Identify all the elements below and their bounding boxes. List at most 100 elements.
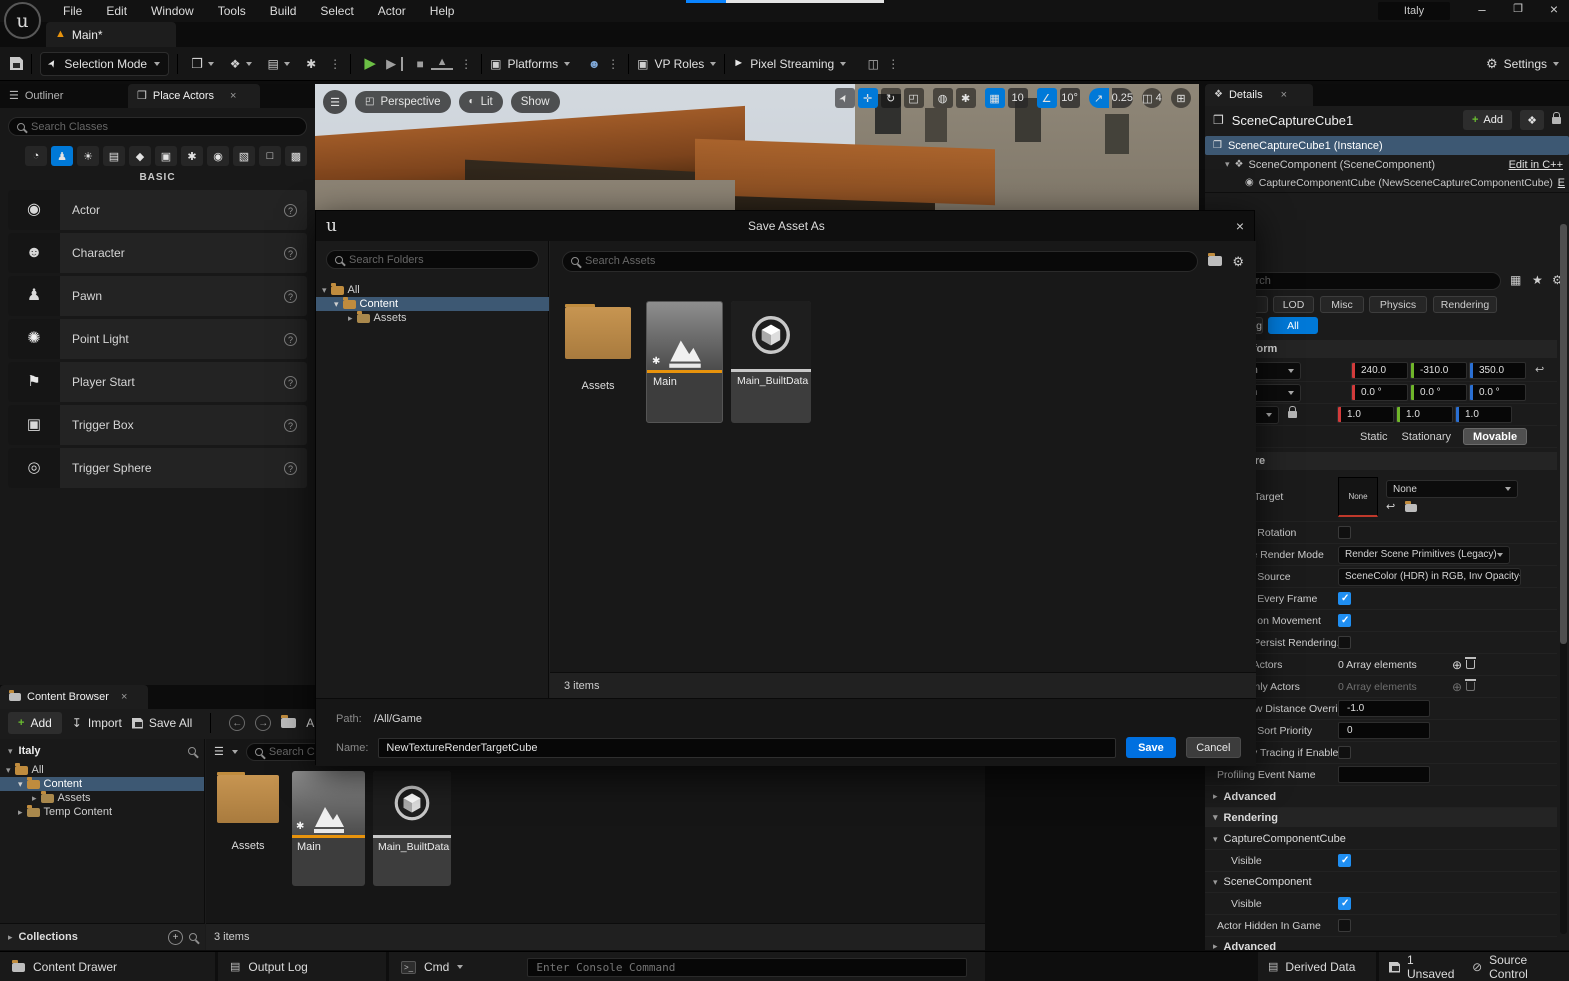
search-folders-box[interactable]: Search Folders	[326, 250, 539, 269]
actor-hidden-checkbox[interactable]	[1338, 919, 1351, 932]
scale-snap-button[interactable]: ↗	[1089, 88, 1109, 108]
section-capture[interactable]: ▾ Capture	[1205, 452, 1557, 470]
list-item-trigger-sphere[interactable]: ◎ Trigger Sphere ?	[8, 448, 307, 488]
cb-tile-main[interactable]: ✱ Main	[292, 771, 365, 886]
help-icon[interactable]: ?	[284, 204, 297, 217]
filter-misc[interactable]: Misc	[1320, 296, 1364, 313]
list-item-pawn[interactable]: ♟ Pawn ?	[8, 276, 307, 316]
reset-location-icon[interactable]: ↩	[1535, 365, 1544, 376]
category-media-icon[interactable]: ◉	[207, 146, 229, 166]
kebab-icon[interactable]: ⋮	[328, 58, 342, 70]
edit-link-truncated[interactable]: E	[1558, 177, 1565, 189]
list-item-trigger-box[interactable]: ▣ Trigger Box ?	[8, 405, 307, 445]
filter-all[interactable]: All	[1268, 317, 1318, 334]
new-folder-icon[interactable]	[1208, 256, 1222, 266]
rotation-y-field[interactable]: 0.0 °	[1410, 384, 1467, 401]
max-view-distance-field[interactable]: -1.0	[1338, 700, 1430, 717]
cancel-button[interactable]: Cancel	[1186, 737, 1241, 758]
vp-roles-dropdown[interactable]: ▣ VP Roles	[637, 57, 716, 71]
section-transform[interactable]: ▾ Transform	[1205, 340, 1557, 358]
component-row-capture[interactable]: ◉ CaptureComponentCube (NewSceneCaptureC…	[1205, 174, 1569, 193]
menu-actor[interactable]: Actor	[367, 4, 417, 18]
kebab-icon[interactable]: ⋮	[606, 58, 620, 70]
settings-dropdown[interactable]: ⚙ Settings	[1486, 57, 1559, 71]
back-icon[interactable]: ←	[229, 715, 245, 731]
category-volumes-icon[interactable]: ▧	[233, 146, 255, 166]
filter-lod[interactable]: LOD	[1273, 296, 1314, 313]
lock-icon[interactable]	[1552, 117, 1561, 124]
mobility-static[interactable]: Static	[1360, 431, 1388, 443]
details-search-box[interactable]: Search	[1213, 272, 1501, 290]
menu-tools[interactable]: Tools	[207, 4, 257, 18]
favorites-icon[interactable]: ★	[1532, 274, 1543, 286]
tab-details[interactable]: ❖ Details ×	[1205, 84, 1313, 106]
capture-component-group[interactable]: CaptureComponentCube	[1224, 833, 1346, 845]
blueprints-button[interactable]: ❖	[224, 58, 246, 70]
dialog-tile-main-builtdata[interactable]: Main_BuiltData	[731, 301, 811, 423]
capture-every-frame-checkbox[interactable]	[1338, 592, 1351, 605]
stop-button[interactable]: ■	[409, 58, 431, 70]
camera-speed-button[interactable]: ◫ 4	[1142, 88, 1162, 108]
lit-dropdown[interactable]: ◐ Lit	[459, 91, 503, 113]
mobility-stationary[interactable]: Stationary	[1402, 431, 1452, 443]
console-command-input[interactable]	[527, 958, 967, 977]
texture-target-dropdown[interactable]: None	[1386, 480, 1518, 498]
cb-tree-assets[interactable]: ▸ Assets	[0, 791, 204, 805]
add-actor-button[interactable]: ❒	[186, 57, 208, 70]
dialog-tile-main[interactable]: ✱ Main	[646, 301, 723, 423]
filter-physics[interactable]: Physics	[1369, 296, 1427, 313]
use-selected-icon[interactable]: ↩	[1386, 502, 1395, 513]
surface-snap-button[interactable]: ✱	[956, 88, 976, 108]
dialog-title-bar[interactable]: u Save Asset As ×	[316, 211, 1254, 241]
multi-user-icon[interactable]: ☻	[582, 58, 606, 70]
primitive-render-mode-dropdown[interactable]: Render Scene Primitives (Legacy)	[1338, 546, 1510, 564]
grid-snap-value[interactable]: 10	[1008, 88, 1028, 108]
details-scrollbar[interactable]	[1560, 224, 1567, 934]
display-settings-icon[interactable]: ▦	[1510, 274, 1521, 286]
sort-priority-field[interactable]: 0	[1338, 722, 1430, 739]
dialog-tree-assets[interactable]: ▸ Assets	[316, 311, 549, 325]
tab-outliner[interactable]: ☰ Outliner	[0, 84, 128, 108]
add-element-icon[interactable]: ⊕	[1448, 659, 1466, 671]
texture-target-thumbnail[interactable]: None	[1338, 477, 1378, 517]
forward-icon[interactable]: →	[255, 715, 271, 731]
location-x-field[interactable]: 240.0	[1351, 362, 1408, 379]
landscape-paint-button[interactable]: ✱	[300, 58, 322, 70]
collections-bar[interactable]: ▸ Collections +	[0, 923, 205, 950]
category-basic-icon[interactable]: ♟	[51, 146, 73, 166]
cb-tile-main-builtdata[interactable]: Main_BuiltData	[373, 771, 451, 886]
save-button[interactable]: Save	[1126, 737, 1175, 758]
dialog-tile-assets-folder[interactable]: Assets	[560, 301, 636, 392]
derived-data-button[interactable]: ▤ Derived Data	[1258, 952, 1376, 981]
location-y-field[interactable]: -310.0	[1410, 362, 1467, 379]
filter-rendering[interactable]: Rendering	[1433, 296, 1497, 313]
menu-select[interactable]: Select	[309, 4, 364, 18]
kebab-icon[interactable]: ⋮	[459, 58, 473, 70]
import-button[interactable]: ↧ Import	[72, 716, 122, 730]
dialog-tree-content[interactable]: ▾ Content	[316, 297, 549, 311]
search-assets-box[interactable]: Search Assets	[562, 251, 1198, 272]
cb-tree-temp-content[interactable]: ▸ Temp Content	[0, 805, 204, 819]
dialog-tree-all[interactable]: ▾ All	[316, 283, 549, 297]
scale-z-field[interactable]: 1.0	[1455, 406, 1512, 423]
capture-on-movement-checkbox[interactable]	[1338, 614, 1351, 627]
tab-place-actors[interactable]: ❒ Place Actors ×	[128, 84, 260, 108]
help-icon[interactable]: ?	[284, 290, 297, 303]
category-effects-icon[interactable]: ✱	[181, 146, 203, 166]
ray-tracing-checkbox[interactable]	[1338, 746, 1351, 759]
search-icon[interactable]	[188, 747, 196, 755]
add-button[interactable]: + Add	[8, 712, 62, 734]
category-recent-icon[interactable]: ◔	[25, 146, 47, 166]
capture-rotation-checkbox[interactable]	[1338, 526, 1351, 539]
capture-advanced-row[interactable]: Advanced	[1224, 791, 1277, 803]
show-dropdown[interactable]: Show	[511, 91, 560, 113]
help-icon[interactable]: ?	[284, 376, 297, 389]
list-item-character[interactable]: ☻ Character ?	[8, 233, 307, 273]
add-component-button[interactable]: + Add	[1463, 110, 1512, 130]
play-button[interactable]: ▶	[359, 56, 381, 71]
frame-skip-button[interactable]: ▶	[381, 57, 403, 71]
help-icon[interactable]: ?	[284, 462, 297, 475]
cb-source-header[interactable]: ▾ Italy	[0, 739, 204, 763]
close-button[interactable]: ×	[1544, 2, 1564, 16]
view-settings-icon[interactable]: ⚙	[1232, 255, 1244, 268]
